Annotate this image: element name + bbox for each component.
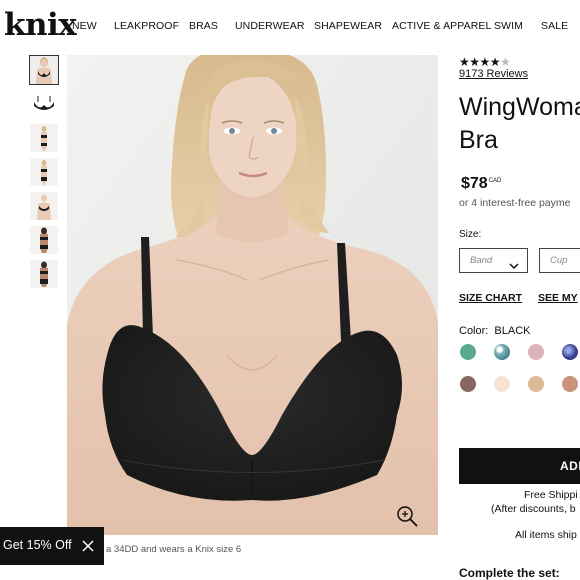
shipping-note: (After discounts, b bbox=[491, 503, 576, 515]
band-select[interactable]: Band bbox=[459, 248, 528, 273]
complete-set-heading: Complete the set: bbox=[459, 566, 560, 580]
promo-label: Get 15% Off bbox=[3, 538, 72, 552]
color-swatch-7[interactable] bbox=[528, 376, 544, 392]
model-photo bbox=[67, 55, 438, 535]
color-row: Color: BLACK bbox=[459, 325, 530, 337]
nav-underwear[interactable]: UNDERWEAR bbox=[235, 20, 305, 32]
cup-select[interactable]: Cup bbox=[539, 248, 580, 273]
color-swatch-6[interactable] bbox=[494, 376, 510, 392]
reviews-link[interactable]: 9173 Reviews bbox=[459, 68, 528, 80]
thumbnail-1[interactable] bbox=[29, 55, 59, 85]
site-header: knix NEW LEAKPROOF BRAS UNDERWEAR SHAPEW… bbox=[0, 0, 580, 52]
size-label: Size: bbox=[459, 229, 482, 240]
product-price: $78CAD bbox=[461, 175, 501, 193]
zoom-in-icon[interactable] bbox=[395, 504, 419, 528]
nav-bras[interactable]: BRAS bbox=[189, 20, 218, 32]
color-swatch-1[interactable] bbox=[460, 344, 476, 360]
nav-shapewear[interactable]: SHAPEWEAR bbox=[314, 20, 382, 32]
nav-leakproof[interactable]: LEAKPROOF bbox=[114, 20, 179, 32]
color-swatch-4[interactable] bbox=[562, 344, 578, 360]
close-icon[interactable] bbox=[81, 539, 95, 553]
add-to-bag-label: ADI bbox=[560, 459, 580, 473]
items-ship-text: All items ship bbox=[515, 529, 577, 541]
color-swatch-5[interactable] bbox=[460, 376, 476, 392]
image-caption: a 34DD and wears a Knix size 6 bbox=[106, 544, 242, 555]
color-swatch-8[interactable] bbox=[562, 376, 578, 392]
partial-star-icon: ★ bbox=[500, 55, 511, 69]
rating-stars: ★★★★★ bbox=[459, 55, 511, 69]
installments-text: or 4 interest-free payme bbox=[459, 197, 571, 209]
nav-active-apparel[interactable]: ACTIVE & APPAREL bbox=[392, 20, 491, 32]
cup-placeholder: Cup bbox=[550, 255, 568, 266]
promo-banner[interactable]: Get 15% Off bbox=[0, 527, 104, 565]
color-swatch-3[interactable] bbox=[528, 344, 544, 360]
color-swatch-2[interactable] bbox=[494, 344, 510, 360]
main-nav: NEW LEAKPROOF BRAS UNDERWEAR SHAPEWEAR A… bbox=[0, 20, 580, 36]
size-chart-link[interactable]: SIZE CHART bbox=[459, 292, 522, 304]
thumbnail-3[interactable] bbox=[30, 124, 58, 152]
thumbnail-6[interactable] bbox=[30, 226, 58, 254]
chevron-down-icon bbox=[509, 257, 519, 275]
color-value: BLACK bbox=[494, 325, 531, 337]
color-label: Color: bbox=[459, 325, 489, 337]
add-to-bag-button[interactable]: ADI bbox=[459, 448, 580, 484]
nav-new[interactable]: NEW bbox=[72, 20, 97, 32]
thumbnail-7[interactable] bbox=[30, 260, 58, 288]
product-title-line2: Bra bbox=[459, 126, 498, 154]
main-product-image[interactable] bbox=[67, 55, 438, 535]
product-title: WingWoma Bra bbox=[459, 91, 580, 157]
nav-sale[interactable]: SALE bbox=[541, 20, 568, 32]
thumbnail-2[interactable] bbox=[30, 90, 58, 118]
product-title-line1: WingWoma bbox=[459, 93, 580, 121]
star-icons: ★★★★ bbox=[459, 55, 501, 69]
free-shipping-text: Free Shippi bbox=[524, 489, 578, 501]
price-currency: CAD bbox=[488, 178, 502, 184]
see-my-size-link[interactable]: SEE MY bbox=[538, 292, 578, 304]
price-value: $78 bbox=[461, 175, 488, 192]
nav-swim[interactable]: SWIM bbox=[494, 20, 523, 32]
thumbnail-5[interactable] bbox=[30, 192, 58, 220]
thumbnail-4[interactable] bbox=[30, 158, 58, 186]
band-placeholder: Band bbox=[470, 255, 493, 266]
